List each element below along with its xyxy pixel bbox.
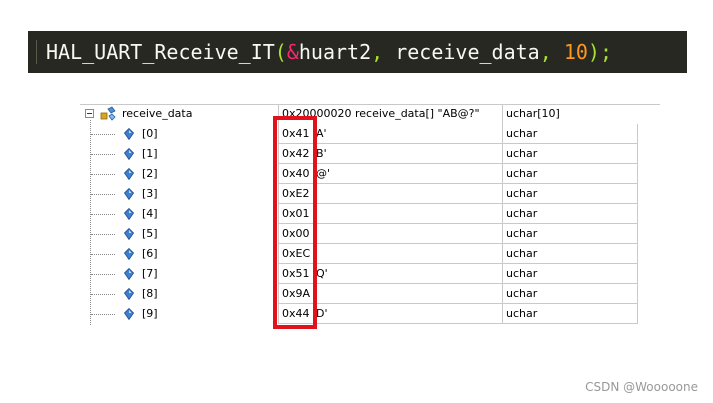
array-element-icon xyxy=(124,168,134,180)
watch-type-cell: uchar xyxy=(503,144,638,164)
array-element-icon xyxy=(124,268,134,280)
watch-row-element[interactable]: [6] 0xEC ' uchar xyxy=(80,244,660,264)
array-element-icon xyxy=(124,188,134,200)
array-element-icon xyxy=(124,228,134,240)
element-index: [7] xyxy=(142,267,158,280)
watch-type-cell: uchar xyxy=(503,184,638,204)
tree-branch-line xyxy=(91,294,115,295)
element-index: [9] xyxy=(142,307,158,320)
tree-branch-line xyxy=(91,314,115,315)
watch-row-element[interactable]: [1] 0x42 'B' uchar xyxy=(80,144,660,164)
watch-name-cell: [6] xyxy=(80,244,278,264)
watch-name-cell: [8] xyxy=(80,284,278,304)
watch-type-cell: uchar xyxy=(503,164,638,184)
watch-name-cell: [7] xyxy=(80,264,278,284)
watch-type-cell: uchar xyxy=(503,244,638,264)
watch-row-element[interactable]: [9] 0x44 'D' uchar xyxy=(80,304,660,324)
watch-row-root[interactable]: receive_data 0x20000020 receive_data[] "… xyxy=(80,104,660,124)
watch-row-element[interactable]: [4] 0x01 uchar xyxy=(80,204,660,224)
code-token: 10 xyxy=(563,40,588,64)
code-line: HAL_UART_Receive_IT(&huart2, receive_dat… xyxy=(46,40,612,64)
code-token: , xyxy=(371,40,384,64)
array-element-icon xyxy=(124,148,134,160)
element-index: [1] xyxy=(142,147,158,160)
watch-name-cell: [2] xyxy=(80,164,278,184)
tree-branch-line xyxy=(91,234,115,235)
watch-type-cell: uchar xyxy=(503,124,638,144)
watch-row-element[interactable]: [3] 0xE2 ' uchar xyxy=(80,184,660,204)
watch-row-element[interactable]: [0] 0x41 'A' uchar xyxy=(80,124,660,144)
watch-row-element[interactable]: [5] 0x00 uchar xyxy=(80,224,660,244)
watch-name-cell: receive_data xyxy=(80,104,278,124)
watch-type-cell: uchar xyxy=(503,304,638,324)
watch-type-cell: uchar xyxy=(503,224,638,244)
code-token: ( xyxy=(274,40,287,64)
element-index: [4] xyxy=(142,207,158,220)
tree-branch-line xyxy=(91,154,115,155)
code-token: receive_data xyxy=(383,40,540,64)
element-index: [5] xyxy=(142,227,158,240)
variable-name: receive_data xyxy=(122,107,193,120)
watch-window: receive_data 0x20000020 receive_data[] "… xyxy=(80,104,660,325)
element-index: [3] xyxy=(142,187,158,200)
watermark: CSDN @Wooooone xyxy=(585,380,698,394)
watch-name-cell: [4] xyxy=(80,204,278,224)
code-snippet: HAL_UART_Receive_IT(&huart2, receive_dat… xyxy=(28,31,687,73)
watch-row-element[interactable]: [8] 0x9A ' uchar xyxy=(80,284,660,304)
code-token: & xyxy=(286,40,299,64)
tree-branch-line xyxy=(91,174,115,175)
watch-row-element[interactable]: [7] 0x51 'Q' uchar xyxy=(80,264,660,284)
element-index: [2] xyxy=(142,167,158,180)
watch-name-cell: [3] xyxy=(80,184,278,204)
array-element-icon xyxy=(124,128,134,140)
watch-name-cell: [0] xyxy=(80,124,278,144)
struct-variable-icon xyxy=(100,106,116,121)
watch-type-cell: uchar[10] xyxy=(506,107,560,120)
code-token: , xyxy=(539,40,552,64)
tree-branch-line xyxy=(91,254,115,255)
code-token: HAL_UART_Receive_IT xyxy=(46,40,275,64)
indent-guide xyxy=(36,40,37,64)
tree-branch-line xyxy=(91,194,115,195)
element-index: [0] xyxy=(142,127,158,140)
watch-name-cell: [9] xyxy=(80,304,278,324)
tree-branch-line xyxy=(91,274,115,275)
array-element-icon xyxy=(124,208,134,220)
page: HAL_UART_Receive_IT(&huart2, receive_dat… xyxy=(0,0,713,403)
array-element-icon xyxy=(124,308,134,320)
array-element-icon xyxy=(124,288,134,300)
code-token: ); xyxy=(587,40,612,64)
collapse-icon[interactable] xyxy=(85,109,94,118)
watch-name-cell: [5] xyxy=(80,224,278,244)
highlight-box xyxy=(273,116,317,329)
watch-type-cell: uchar xyxy=(503,204,638,224)
tree-branch-line xyxy=(91,134,115,135)
tree-branch-line xyxy=(91,214,115,215)
code-token: huart2 xyxy=(298,40,372,64)
element-index: [8] xyxy=(142,287,158,300)
element-index: [6] xyxy=(142,247,158,260)
watch-name-cell: [1] xyxy=(80,144,278,164)
array-element-icon xyxy=(124,248,134,260)
watch-type-cell: uchar xyxy=(503,284,638,304)
watch-row-element[interactable]: [2] 0x40 '@' uchar xyxy=(80,164,660,184)
watch-type-cell: uchar xyxy=(503,264,638,284)
